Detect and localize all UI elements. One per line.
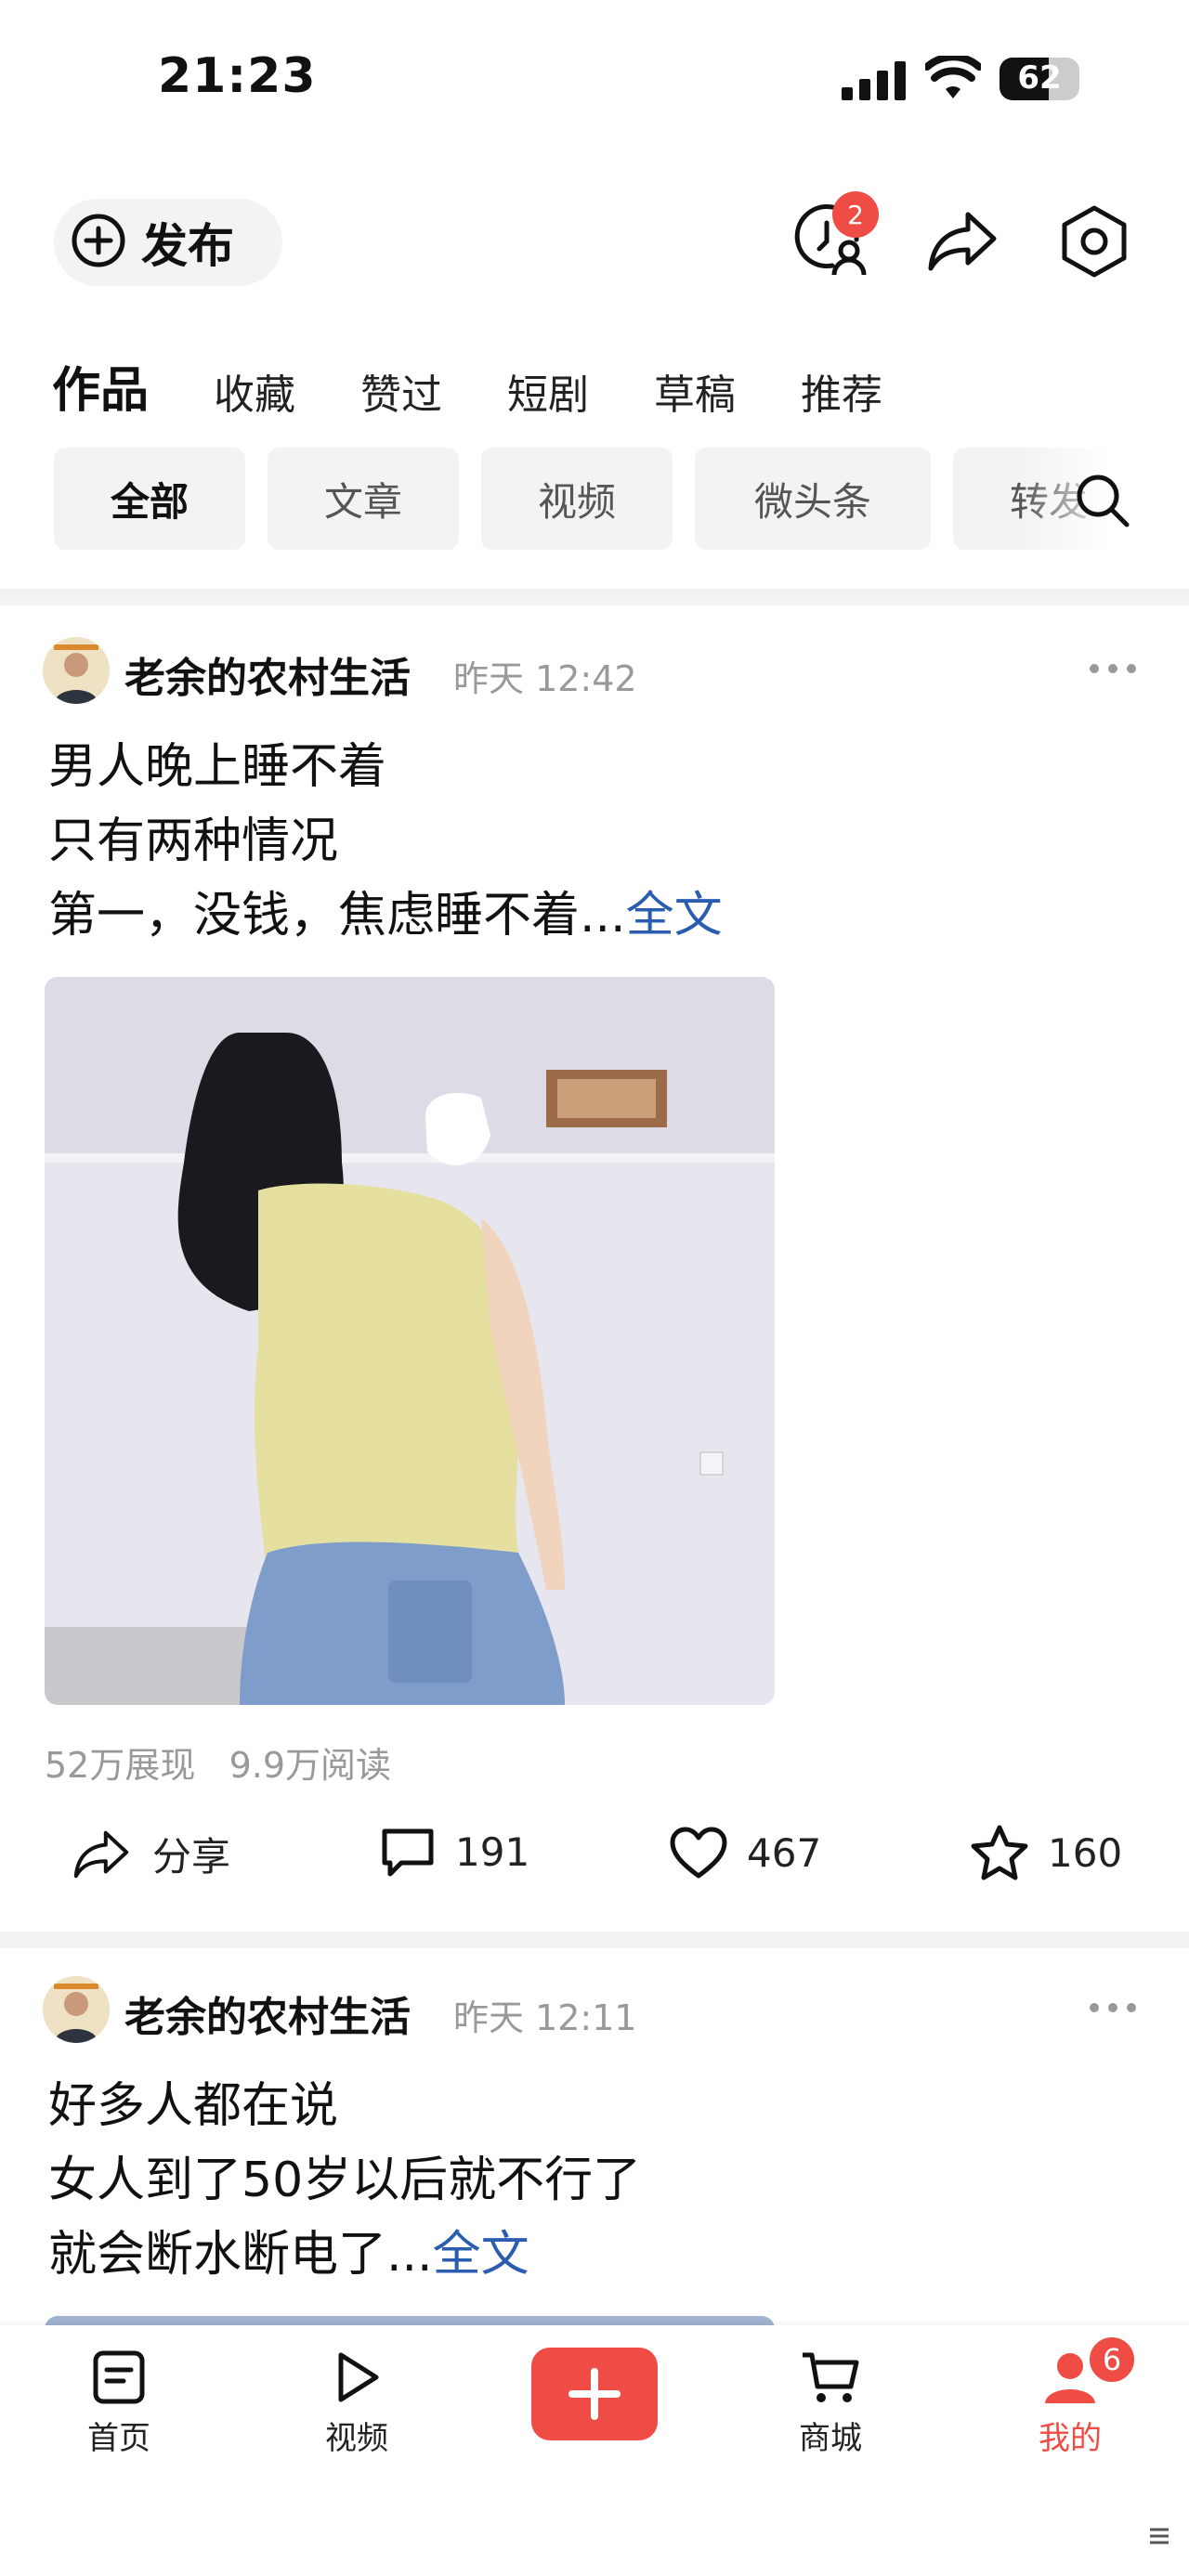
settings-button[interactable] (1052, 199, 1137, 284)
nav-video[interactable]: 视频 (292, 2349, 422, 2458)
post-divider (0, 1932, 1189, 1948)
mine-badge: 6 (1087, 2335, 1137, 2385)
share-arrow-icon (928, 212, 997, 271)
nav-home[interactable]: 首页 (54, 2349, 184, 2458)
signal-icon (842, 61, 907, 104)
comment-icon (382, 1828, 434, 1877)
nav-mall[interactable]: 商城 (765, 2349, 895, 2458)
reads-count: 9.9万阅读 (229, 1745, 392, 1786)
share-label: 分享 (152, 1834, 231, 1880)
more-options-icon[interactable] (1087, 661, 1139, 680)
share-button[interactable]: 分享 (71, 1826, 230, 1882)
comment-count: 191 (455, 1828, 530, 1875)
read-more-link[interactable]: 全文 (626, 888, 723, 943)
chip-articles[interactable]: 文章 (268, 448, 459, 550)
star-icon (971, 1825, 1028, 1880)
chip-all[interactable]: 全部 (54, 448, 245, 550)
home-indicator (1148, 2524, 1170, 2552)
post-time: 昨天 12:11 (453, 1997, 637, 2038)
create-post-button[interactable] (531, 2348, 658, 2440)
play-icon (338, 2352, 379, 2402)
like-button[interactable]: 467 (669, 1826, 821, 1880)
publish-label: 发布 (141, 219, 234, 273)
post-image[interactable] (45, 977, 775, 1705)
post-text[interactable]: 男人晚上睡不着 只有两种情况 第一，没钱，焦虑睡不着...全文 (48, 730, 723, 953)
like-count: 467 (747, 1829, 822, 1876)
avatar[interactable] (43, 637, 110, 704)
tab-works[interactable]: 作品 (52, 351, 149, 421)
chip-micro-posts[interactable]: 微头条 (695, 448, 931, 550)
chip-videos[interactable]: 视频 (481, 448, 673, 550)
filter-chips: 全部 文章 视频 微头条 转发 (54, 448, 1167, 550)
home-doc-icon (93, 2350, 145, 2404)
post-author[interactable]: 老余的农村生活 (124, 644, 411, 704)
battery-indicator: 62 (1000, 58, 1079, 100)
status-time: 21:23 (158, 48, 317, 104)
cart-icon (803, 2352, 859, 2402)
avatar[interactable] (43, 1976, 110, 2043)
plus-circle-icon (71, 213, 126, 272)
tab-short-drama[interactable]: 短剧 (507, 361, 589, 421)
profile-tabs: 作品 收藏 赞过 短剧 草稿 推荐 (52, 351, 947, 421)
tab-recommend[interactable]: 推荐 (801, 361, 882, 421)
wifi-icon (923, 53, 983, 104)
publish-button[interactable]: 发布 (54, 199, 282, 286)
post-time: 昨天 12:42 (453, 658, 637, 699)
post-stats: 52万展现 9.9万阅读 (45, 1737, 391, 1788)
read-more-link[interactable]: 全文 (433, 2227, 529, 2283)
search-icon[interactable] (1074, 472, 1131, 533)
share-profile-button[interactable] (920, 199, 1005, 284)
share-arrow-icon (73, 1830, 129, 1878)
hexagon-settings-icon (1062, 205, 1127, 278)
comment-button[interactable]: 191 (379, 1826, 529, 1878)
plus-icon (568, 2368, 621, 2420)
tab-liked[interactable]: 赞过 (360, 361, 442, 421)
post-text[interactable]: 好多人都在说 女人到了50岁以后就不行了 就会断水断电了...全文 (48, 2069, 641, 2292)
visitors-badge: 2 (832, 191, 879, 238)
favorite-count: 160 (1048, 1829, 1123, 1876)
post-author[interactable]: 老余的农村生活 (124, 1984, 411, 2043)
favorite-button[interactable]: 160 (970, 1824, 1122, 1881)
tab-favorites[interactable]: 收藏 (214, 361, 295, 421)
tab-drafts[interactable]: 草稿 (654, 361, 736, 421)
section-divider (0, 589, 1189, 605)
more-options-icon[interactable] (1087, 2000, 1139, 2019)
heart-icon (670, 1827, 727, 1879)
impressions-count: 52万展现 (45, 1745, 196, 1786)
